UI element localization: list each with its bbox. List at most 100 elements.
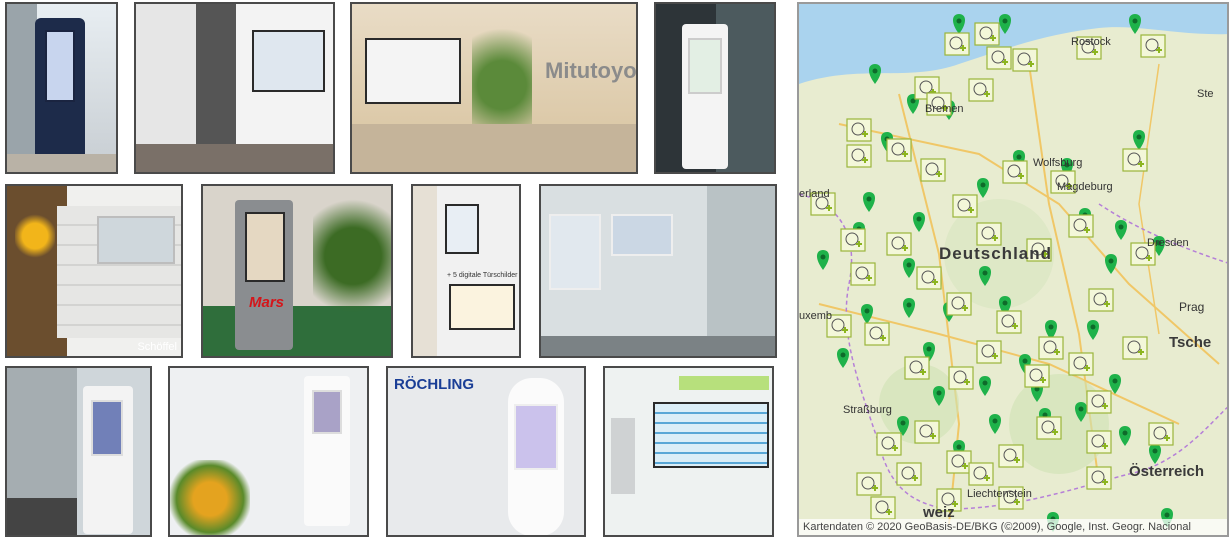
schoffel-watermark: Schöffel: [137, 341, 177, 353]
map-screen-icon[interactable]: [974, 22, 1000, 46]
map-screen-icon[interactable]: [1068, 352, 1094, 376]
map-screen-icon[interactable]: [914, 420, 940, 444]
map-screen-icon[interactable]: [1148, 422, 1174, 446]
map-label-tsche: Tsche: [1169, 334, 1212, 351]
map-screen-icon[interactable]: [1024, 364, 1050, 388]
photo-mitutoyo: Mitutoyo: [350, 2, 638, 174]
photo-wall-display: [603, 366, 774, 537]
map-pin-dot: [1118, 224, 1124, 230]
map-screen-icon[interactable]: [896, 462, 922, 486]
map-label-liechtenstein: Liechtenstein: [967, 488, 1032, 500]
map-pin-dot: [1002, 18, 1008, 24]
map-screen-icon[interactable]: [1086, 430, 1112, 454]
map-screen-icon[interactable]: [996, 310, 1022, 334]
map-screen-icon[interactable]: [904, 356, 930, 380]
map-screen-icon[interactable]: [1122, 336, 1148, 360]
map-pin-dot: [906, 302, 912, 308]
map-attribution[interactable]: Kartendaten © 2020 GeoBasis-DE/BKG (©200…: [799, 519, 1227, 535]
map-label-rostock: Rostock: [1071, 36, 1111, 48]
map-base: [799, 4, 1227, 535]
map-pin-dot: [1164, 512, 1170, 518]
map-label-bremen: Bremen: [925, 103, 964, 115]
photo-entrance-stele: [5, 366, 152, 537]
map-screen-icon[interactable]: [920, 158, 946, 182]
map-label-erland: erland: [799, 188, 830, 200]
map-pin-dot: [982, 270, 988, 276]
map-screen-icon[interactable]: [946, 292, 972, 316]
photo-schoffel: Schöffel: [5, 184, 183, 358]
map-screen-icon[interactable]: [968, 78, 994, 102]
mitutoyo-sign: Mitutoyo: [545, 58, 637, 83]
map-screen-icon[interactable]: [1038, 336, 1064, 360]
map-pin-dot: [1048, 324, 1054, 330]
map-pin-dot: [900, 420, 906, 426]
map-label-stet: Ste: [1197, 88, 1214, 100]
map-pin-dot: [866, 196, 872, 202]
map-screen-icon[interactable]: [1086, 390, 1112, 414]
map-screen-icon[interactable]: [864, 322, 890, 346]
photo-door-signs: + 5 digitale Türschilder: [411, 184, 521, 358]
map-pin-dot: [1016, 154, 1022, 160]
map-screen-icon[interactable]: [850, 262, 876, 286]
photo-stele-white: [654, 2, 776, 174]
map-label-luxemburg: uxemb: [799, 310, 833, 322]
map-screen-icon[interactable]: [948, 366, 974, 390]
map-pin-dot: [1132, 18, 1138, 24]
map-pin-dot: [956, 18, 962, 24]
map-screen-icon[interactable]: [1068, 214, 1094, 238]
germany-map[interactable]: Rostock Ste Bremen erland Wolfsburg Magd…: [797, 2, 1229, 537]
map-pin-dot: [1002, 300, 1008, 306]
map-label-dresden: Dresden: [1147, 237, 1189, 249]
map-screen-icon[interactable]: [916, 266, 942, 290]
map-screen-icon[interactable]: [976, 222, 1002, 246]
map-screen-icon[interactable]: [846, 118, 872, 142]
map-screen-icon[interactable]: [1002, 160, 1028, 184]
map-pin-dot: [1112, 378, 1118, 384]
photo-stele-lobby: [5, 2, 118, 174]
map-label-wolfsburg: Wolfsburg: [1033, 157, 1083, 169]
map-screen-icon[interactable]: [986, 46, 1012, 70]
map-pin-dot: [820, 254, 826, 260]
map-screen-icon[interactable]: [944, 32, 970, 56]
map-screen-icon[interactable]: [1086, 466, 1112, 490]
map-screen-icon[interactable]: [976, 340, 1002, 364]
photo-roechling: RÖCHLING: [386, 366, 586, 537]
map-pin-dot: [1152, 448, 1158, 454]
map-pin-dot: [1090, 324, 1096, 330]
map-pin-dot: [906, 262, 912, 268]
map-screen-icon[interactable]: [876, 432, 902, 456]
map-pin-dot: [980, 182, 986, 188]
map-screen-icon[interactable]: [998, 444, 1024, 468]
map-pin-dot: [926, 346, 932, 352]
map-screen-icon[interactable]: [840, 228, 866, 252]
map-screen-icon[interactable]: [1088, 288, 1114, 312]
map-label-oesterreich: Österreich: [1129, 463, 1205, 480]
map-pin-dot: [936, 390, 942, 396]
map-screen-icon[interactable]: [1122, 148, 1148, 172]
map-pin-dot: [1022, 358, 1028, 364]
mars-logo: Mars: [249, 294, 285, 311]
map-pin-dot: [982, 380, 988, 386]
map-screen-icon[interactable]: [856, 472, 882, 496]
map-screen-icon[interactable]: [886, 232, 912, 256]
map-screen-icon[interactable]: [846, 144, 872, 168]
map-pin-dot: [1108, 258, 1114, 264]
map-pin-dot: [872, 68, 878, 74]
map-screen-icon[interactable]: [886, 138, 912, 162]
map-screen-icon[interactable]: [870, 496, 896, 520]
map-screen-icon[interactable]: [1140, 34, 1166, 58]
map-screen-icon[interactable]: [1012, 48, 1038, 72]
map-pin-dot: [840, 352, 846, 358]
photo-mars: Mars: [201, 184, 393, 358]
map-screen-icon[interactable]: [952, 194, 978, 218]
map-pin-dot: [1078, 406, 1084, 412]
map-screen-icon[interactable]: [1036, 416, 1062, 440]
map-label-prag: Prag: [1179, 300, 1205, 314]
map-screen-icon[interactable]: [946, 450, 972, 474]
photo-office-screen: [134, 2, 335, 174]
map-pin-dot: [864, 308, 870, 314]
map-screen-icon[interactable]: [968, 462, 994, 486]
map-pin-dot: [1122, 430, 1128, 436]
photo-reception-stele: [168, 366, 369, 537]
map-pin-dot: [1136, 134, 1142, 140]
